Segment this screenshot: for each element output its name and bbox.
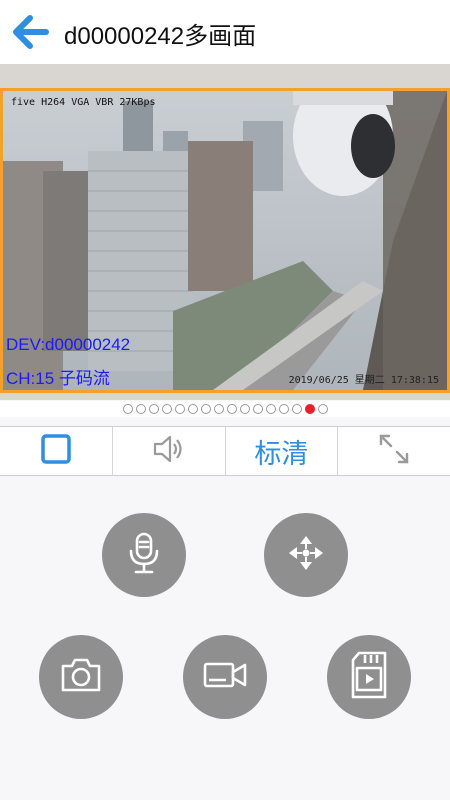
camera-icon [59,656,103,699]
arrow-left-icon[interactable] [12,14,50,50]
page-dot[interactable] [226,404,237,414]
playback-button[interactable] [327,635,411,719]
page-dot[interactable] [252,404,263,414]
ptz-move-icon [286,533,326,578]
page-dot[interactable] [291,404,302,414]
page-dot[interactable] [200,404,211,414]
osd-device-id: DEV:d00000242 [6,335,131,354]
page-dot[interactable] [213,404,224,414]
page-dot[interactable] [174,404,185,414]
fullscreen-button[interactable] [338,427,450,475]
speaker-icon [152,433,186,470]
osd-stream-info: five H264 VGA VBR 27KBps [11,97,156,108]
control-panel [0,477,450,800]
quality-label: 标清 [254,438,309,469]
page-dot[interactable] [239,404,250,414]
page-indicator [0,401,450,417]
sound-button[interactable] [113,427,226,475]
page-dot[interactable] [278,404,289,414]
video-toolbar: 标清 [0,426,450,476]
ptz-button[interactable] [264,513,348,597]
page-dot[interactable] [317,404,328,414]
snapshot-button[interactable] [39,635,123,719]
page-dot[interactable] [148,404,159,414]
stop-button[interactable] [0,427,113,475]
page-dot[interactable] [135,404,146,414]
page-title: d00000242多画面 [64,23,257,50]
page-dot[interactable] [161,404,172,414]
video-feed[interactable]: five H264 VGA VBR 27KBps DEV:d00000242 C… [0,88,450,393]
page-dot[interactable] [304,404,315,414]
sd-card-playback-icon [347,650,391,705]
record-video-icon [202,658,248,697]
talk-button[interactable] [102,513,186,597]
osd-timestamp: 2019/06/25 星期二 17:38:15 [288,375,439,386]
stop-square-icon [40,433,72,470]
quality-button[interactable]: 标清 [226,427,339,475]
page-dot[interactable] [265,404,276,414]
page-dot[interactable] [122,404,133,414]
microphone-icon [124,531,164,580]
osd-channel: CH:15 子码流 [6,369,110,388]
page-dot[interactable] [187,404,198,414]
record-button[interactable] [183,635,267,719]
header-bar: d00000242多画面 [0,0,450,64]
video-area: five H264 VGA VBR 27KBps DEV:d00000242 C… [0,64,450,400]
expand-arrows-icon [377,432,411,471]
